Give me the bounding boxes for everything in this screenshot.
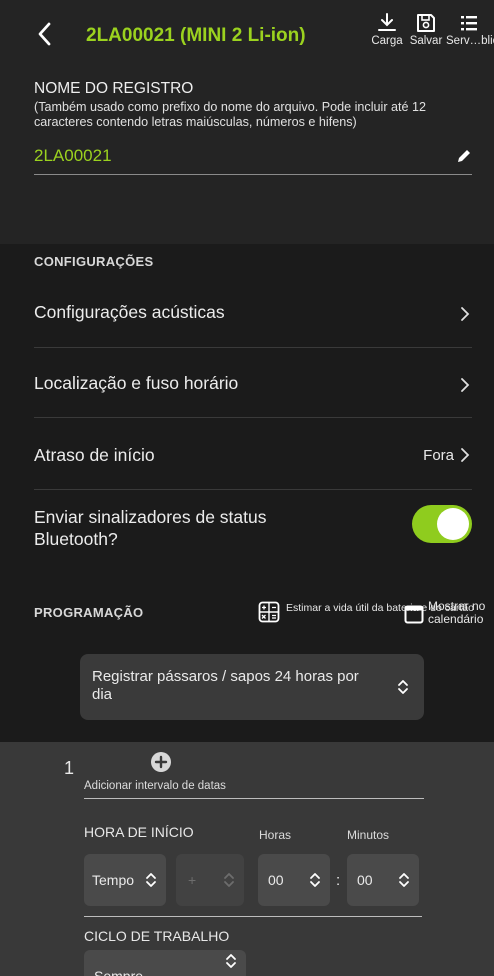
duty-cycle-value: Sempre xyxy=(94,968,144,976)
settings-row-label: Configurações acústicas xyxy=(34,302,225,322)
save-icon xyxy=(417,14,435,32)
record-name-title: NOME DO REGISTRO xyxy=(34,80,194,97)
save-label: Salvar xyxy=(409,35,443,47)
settings-row-label: Localização e fuso horário xyxy=(34,373,239,393)
show-calendar-button[interactable]: Mostrar no calendário xyxy=(402,596,494,628)
hours-select[interactable]: 00 xyxy=(258,854,330,906)
offset-value: + xyxy=(188,872,197,888)
updown-chevron-icon xyxy=(224,873,234,887)
schedule-index: 1 xyxy=(64,758,75,778)
schedule-panel: 1 Adicionar intervalo de datas HORA DE I… xyxy=(0,742,494,976)
show-calendar-label: Mostrar no calendário xyxy=(428,599,486,626)
hours-label: Horas xyxy=(259,828,292,842)
load-label: Carga xyxy=(371,35,403,47)
calendar-icon xyxy=(404,605,424,624)
programming-section-label: PROGRAMAÇÃO xyxy=(34,605,144,620)
settings-row-acoustic[interactable]: Configurações acústicas xyxy=(34,278,472,348)
pencil-icon[interactable] xyxy=(456,148,472,164)
settings-row-bluetooth: Enviar sinalizadores de status Bluetooth… xyxy=(34,490,472,566)
start-time-title: HORA DE INÍCIO xyxy=(84,824,194,840)
start-type-value: Tempo xyxy=(92,872,135,888)
estimate-battery-button[interactable]: Estimar a vida útil da bateria e do cart… xyxy=(258,598,474,628)
updown-chevron-icon xyxy=(399,873,409,887)
settings-section-header: CONFIGURAÇÕES xyxy=(0,244,494,278)
duty-cycle-select[interactable]: Sempre xyxy=(84,950,246,976)
toggle-knob xyxy=(437,508,469,540)
updown-chevron-icon xyxy=(310,873,320,887)
settings-row-label: Atraso de início xyxy=(34,445,155,465)
record-name-input[interactable]: 2LA00021 xyxy=(34,146,112,166)
minutes-select[interactable]: 00 xyxy=(347,854,419,906)
app-header: 2LA00021 (MINI 2 Li-ion) Carga Salvar Se… xyxy=(0,0,494,64)
page-title: 2LA00021 (MINI 2 Li-ion) xyxy=(86,25,306,46)
settings-row-location[interactable]: Localização e fuso horário xyxy=(34,348,472,418)
offset-select: + xyxy=(176,854,244,906)
settings-row-start-delay[interactable]: Atraso de início Fora xyxy=(34,418,472,490)
preset-select-value: Registrar pássaros / sapos 24 horas por … xyxy=(92,668,359,703)
load-button[interactable]: Carga xyxy=(368,12,406,62)
download-icon xyxy=(378,13,396,31)
divider xyxy=(84,916,422,917)
hours-value: 00 xyxy=(268,872,284,888)
minutes-value: 00 xyxy=(357,872,373,888)
preset-select[interactable]: Registrar pássaros / sapos 24 horas por … xyxy=(80,654,424,720)
start-type-select[interactable]: Tempo xyxy=(84,854,166,906)
save-button[interactable]: Salvar xyxy=(406,12,446,62)
settings-row-label: Enviar sinalizadores de status Bluetooth… xyxy=(34,507,267,549)
chevron-left-icon[interactable] xyxy=(34,20,56,48)
service-label: Serv…blica xyxy=(446,35,494,47)
updown-chevron-icon xyxy=(226,954,236,968)
bluetooth-toggle[interactable] xyxy=(412,505,472,543)
updown-chevron-icon xyxy=(146,873,156,887)
service-button[interactable]: Serv…blica xyxy=(446,12,494,62)
chevron-right-icon xyxy=(461,448,470,462)
settings-section-label: CONFIGURAÇÕES xyxy=(34,254,154,269)
plus-icon xyxy=(154,755,168,769)
add-date-range-button[interactable] xyxy=(151,752,171,772)
record-name-hint: (Também usado como prefixo do nome do ar… xyxy=(34,100,427,129)
programming-section: PROGRAMAÇÃO Estimar a vida útil da bater… xyxy=(0,588,494,742)
chevron-right-icon xyxy=(461,307,470,321)
record-name-section: NOME DO REGISTRO (Também usado como pref… xyxy=(0,64,494,244)
calculator-icon xyxy=(258,601,280,623)
chevron-right-icon xyxy=(461,378,470,392)
list-icon xyxy=(461,16,477,31)
minutes-label: Minutos xyxy=(347,828,390,842)
input-underline xyxy=(34,174,472,175)
start-delay-value: Fora xyxy=(423,447,454,464)
duty-cycle-title: CICLO DE TRABALHO xyxy=(84,928,230,944)
time-colon: : xyxy=(336,872,341,889)
divider xyxy=(84,798,424,799)
add-date-range-label: Adicionar intervalo de datas xyxy=(84,780,226,792)
updown-chevron-icon xyxy=(398,680,408,694)
